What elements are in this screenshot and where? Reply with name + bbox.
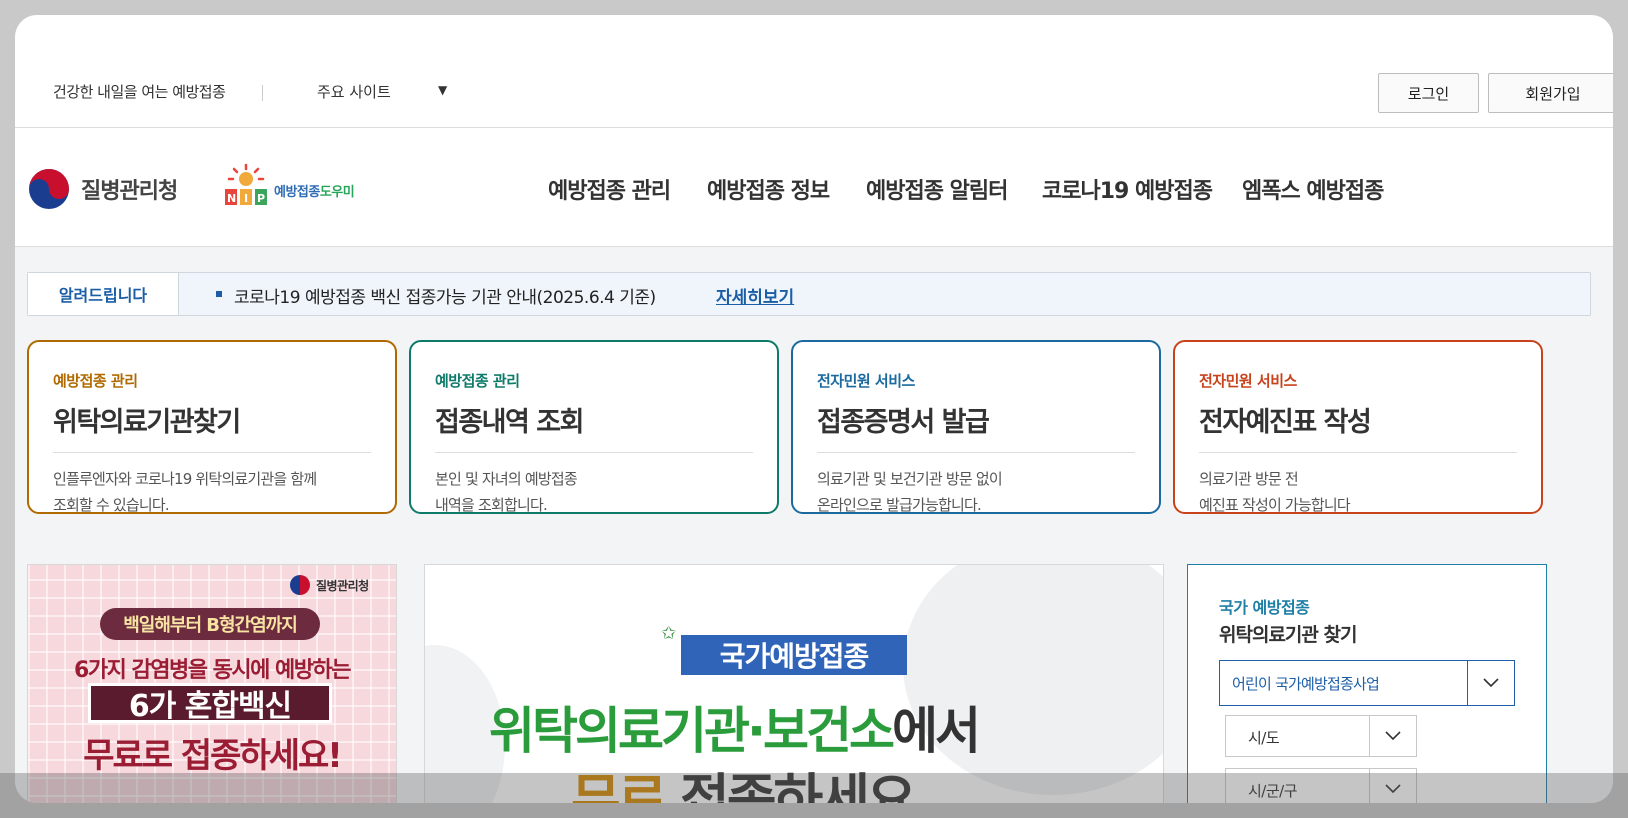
card-title: 전자예진표 작성 bbox=[1199, 407, 1372, 438]
card-title: 접종증명서 발급 bbox=[817, 407, 990, 438]
card-desc: 온라인으로 발급가능합니다. bbox=[817, 496, 982, 514]
card-category: 예방접종 관리 bbox=[435, 372, 520, 390]
utility-bar: 건강한 내일을 여는 예방접종 주요 사이트 ▼ 로그인 회원가입 bbox=[15, 15, 1613, 128]
notice-text[interactable]: 코로나19 예방접종 백신 접종가능 기관 안내(2025.6.4 기준) bbox=[234, 283, 656, 308]
banner-line: 6가지 감염병을 동시에 예방하는 bbox=[74, 658, 351, 683]
nip-logo-text-b: 도우미 bbox=[319, 185, 355, 200]
kdca-emblem-icon bbox=[290, 575, 310, 595]
card-certificate[interactable]: 전자민원 서비스 접종증명서 발급 의료기관 및 보건기관 방문 없이 온라인으… bbox=[791, 340, 1161, 514]
divider bbox=[1199, 452, 1517, 453]
kdca-emblem-icon[interactable] bbox=[27, 167, 71, 211]
card-desc: 본인 및 자녀의 예방접종 bbox=[435, 470, 578, 488]
card-title: 접종내역 조회 bbox=[435, 407, 584, 438]
browser-window: 건강한 내일을 여는 예방접종 주요 사이트 ▼ 로그인 회원가입 질병관리청 … bbox=[15, 15, 1613, 803]
banner-logo-text: 질병관리청 bbox=[316, 579, 369, 593]
tagline: 건강한 내일을 여는 예방접종 bbox=[53, 83, 226, 101]
card-category: 전자민원 서비스 bbox=[1199, 372, 1297, 390]
program-select-value: 어린이 국가예방접종사업 bbox=[1232, 675, 1380, 693]
divider bbox=[262, 85, 263, 101]
login-button[interactable]: 로그인 bbox=[1378, 73, 1479, 113]
svg-text:N: N bbox=[227, 192, 236, 205]
nip-logo-icon[interactable]: N I P bbox=[219, 163, 273, 209]
clinic-finder-panel: 국가 예방접종 위탁의료기관 찾기 어린이 국가예방접종사업 시/도 시/군/구 bbox=[1187, 564, 1547, 803]
banner-headline-dark: 에서 bbox=[892, 702, 981, 760]
signup-button[interactable]: 회원가입 bbox=[1488, 73, 1613, 113]
svg-text:P: P bbox=[257, 192, 265, 205]
divider bbox=[435, 452, 753, 453]
card-vaccination-history[interactable]: 예방접종 관리 접종내역 조회 본인 및 자녀의 예방접종 내역을 조회합니다. bbox=[409, 340, 779, 514]
site-select[interactable]: 주요 사이트 bbox=[317, 81, 391, 102]
notice-bar: 알려드립니다 코로나19 예방접종 백신 접종가능 기관 안내(2025.6.4… bbox=[27, 272, 1591, 316]
banner-headline: 6가 혼합백신 bbox=[88, 683, 332, 724]
card-find-clinic[interactable]: 예방접종 관리 위탁의료기관찾기 인플루엔자와 코로나19 위탁의료기관을 함께… bbox=[27, 340, 397, 514]
nav-item-alerts[interactable]: 예방접종 알림터 bbox=[866, 173, 1008, 205]
banner-line: 무료로 접종하세요! bbox=[83, 736, 343, 776]
vaccine-banner-left[interactable]: 질병관리청 백일해부터 B형간염까지 6가지 감염병을 동시에 예방하는 6가 … bbox=[27, 564, 397, 803]
nav-item-covid19[interactable]: 코로나19 예방접종 bbox=[1042, 173, 1213, 205]
caret-down-icon[interactable]: ▼ bbox=[438, 83, 447, 97]
vaccine-banner-center[interactable]: ✩ 국가예방접종 위탁의료기관·보건소에서 무료 접종하세요 bbox=[424, 564, 1164, 803]
sido-select-value: 시/도 bbox=[1248, 729, 1280, 747]
card-desc: 내역을 조회합니다. bbox=[435, 496, 548, 514]
card-category: 전자민원 서비스 bbox=[817, 372, 915, 390]
program-select[interactable]: 어린이 국가예방접종사업 bbox=[1219, 660, 1515, 706]
divider bbox=[53, 452, 371, 453]
banner-pill: 백일해부터 B형간염까지 bbox=[100, 608, 320, 640]
nip-logo-text[interactable]: 예방접종도우미 bbox=[274, 181, 355, 200]
divider bbox=[817, 452, 1135, 453]
card-desc: 의료기관 방문 전 bbox=[1199, 470, 1299, 488]
notice-label: 알려드립니다 bbox=[28, 273, 179, 315]
card-title: 위탁의료기관찾기 bbox=[53, 407, 241, 438]
finder-subtitle: 국가 예방접종 bbox=[1219, 598, 1310, 617]
overlay-strip bbox=[0, 773, 1628, 818]
notice-more-link[interactable]: 자세히보기 bbox=[716, 283, 794, 308]
banner-headline-green: 위탁의료기관·보건소 bbox=[489, 702, 895, 760]
star-icon: ✩ bbox=[661, 623, 677, 644]
chevron-down-icon[interactable] bbox=[1369, 716, 1416, 756]
banner-headline: 위탁의료기관·보건소에서 bbox=[489, 691, 981, 763]
card-desc: 예진표 작성이 가능합니다 bbox=[1199, 496, 1351, 514]
nav-item-info[interactable]: 예방접종 정보 bbox=[707, 173, 830, 205]
svg-text:I: I bbox=[244, 192, 248, 205]
nip-logo-text-a: 예방접종 bbox=[274, 185, 320, 200]
kdca-logo-text[interactable]: 질병관리청 bbox=[81, 173, 178, 205]
card-category: 예방접종 관리 bbox=[53, 372, 138, 390]
finder-title: 위탁의료기관 찾기 bbox=[1219, 624, 1357, 646]
card-e-questionnaire[interactable]: 전자민원 서비스 전자예진표 작성 의료기관 방문 전 예진표 작성이 가능합니… bbox=[1173, 340, 1543, 514]
banner-pill: 국가예방접종 bbox=[681, 635, 907, 675]
nav-item-mpox[interactable]: 엠폭스 예방접종 bbox=[1242, 173, 1384, 205]
card-desc: 의료기관 및 보건기관 방문 없이 bbox=[817, 470, 1003, 488]
bullet-icon bbox=[216, 291, 222, 297]
sido-select[interactable]: 시/도 bbox=[1225, 715, 1417, 757]
nav-item-management[interactable]: 예방접종 관리 bbox=[548, 173, 671, 205]
card-desc: 인플루엔자와 코로나19 위탁의료기관을 함께 bbox=[53, 470, 317, 488]
card-desc: 조회할 수 있습니다. bbox=[53, 496, 170, 514]
chevron-down-icon[interactable] bbox=[1467, 661, 1514, 705]
